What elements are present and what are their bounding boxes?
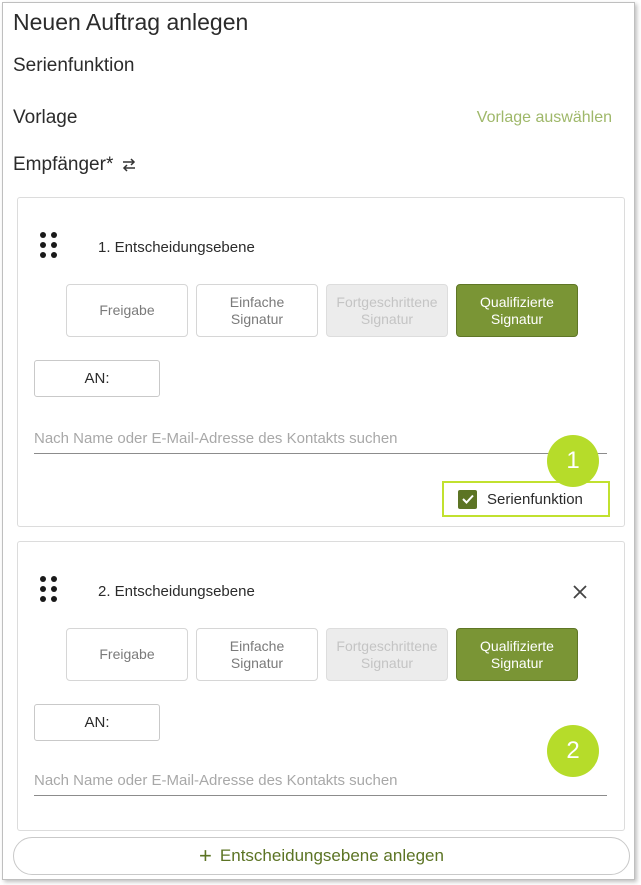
contact-search-input[interactable]	[34, 766, 607, 796]
signature-option-qualifizierte[interactable]: Qualifizierte Signatur	[456, 628, 578, 681]
level-title: 2. Entscheidungsebene	[98, 583, 255, 600]
signature-option-einfache[interactable]: Einfache Signatur	[196, 628, 318, 681]
drag-handle-icon[interactable]	[40, 576, 62, 606]
signature-option-fortgeschrittene: Fortgeschrittene Signatur	[326, 628, 448, 681]
vorlage-label: Vorlage	[13, 107, 78, 128]
an-button[interactable]: AN:	[34, 360, 160, 397]
add-decision-level-label: Entscheidungsebene anlegen	[219, 846, 444, 865]
repeat-icon[interactable]	[119, 155, 139, 175]
recipients-heading: Empfänger*	[13, 154, 139, 176]
check-icon[interactable]	[458, 489, 477, 509]
an-button[interactable]: AN:	[34, 704, 160, 741]
signature-option-freigabe[interactable]: Freigabe	[66, 284, 188, 337]
callout-badge-2: 2	[547, 725, 599, 777]
signature-option-einfache[interactable]: Einfache Signatur	[196, 284, 318, 337]
callout-badge-1: 1	[547, 435, 599, 487]
select-template-link[interactable]: Vorlage auswählen	[477, 109, 612, 127]
level-title: 1. Entscheidungsebene	[98, 239, 255, 256]
page-title: Neuen Auftrag anlegen	[13, 9, 249, 35]
drag-handle-icon[interactable]	[40, 232, 62, 262]
add-decision-level-button[interactable]: + Entscheidungsebene anlegen	[13, 837, 630, 875]
decision-level-card-2: 2. Entscheidungsebene Freigabe Einfache …	[17, 541, 625, 831]
signature-option-freigabe[interactable]: Freigabe	[66, 628, 188, 681]
serienfunktion-checkbox[interactable]: Serienfunktion	[442, 481, 610, 517]
serienfunktion-checkbox-label: Serienfunktion	[487, 490, 583, 508]
section-serienfunktion-label: Serienfunktion	[13, 55, 135, 76]
close-icon[interactable]	[570, 582, 590, 602]
recipients-label: Empfänger*	[13, 154, 114, 175]
decision-level-card-1: 1. Entscheidungsebene Freigabe Einfache …	[17, 197, 625, 527]
signature-option-qualifizierte[interactable]: Qualifizierte Signatur	[456, 284, 578, 337]
plus-icon: +	[199, 843, 212, 868]
order-dialog: Neuen Auftrag anlegen Serienfunktion Vor…	[2, 2, 635, 880]
contact-search-input[interactable]	[34, 424, 607, 454]
signature-option-fortgeschrittene: Fortgeschrittene Signatur	[326, 284, 448, 337]
